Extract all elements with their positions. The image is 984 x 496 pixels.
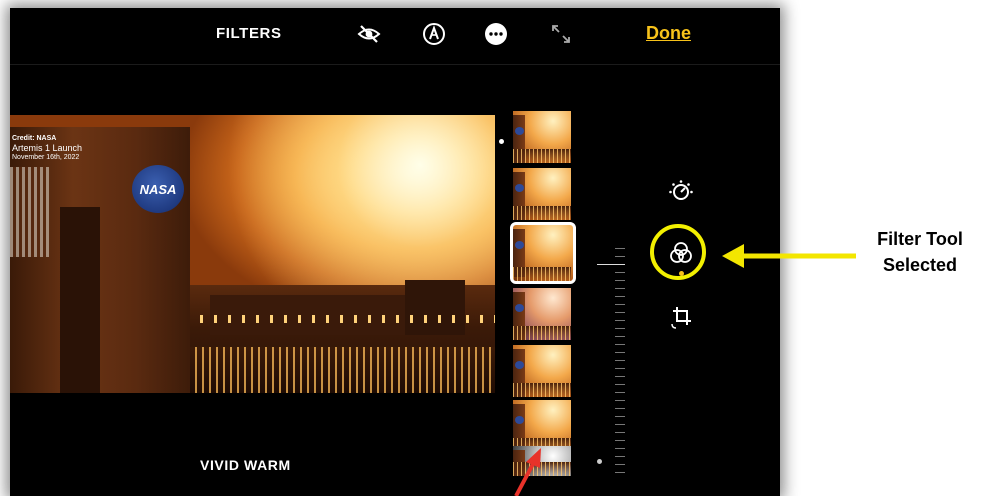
nasa-mini-logo [515,241,524,249]
callout-line2: Selected [882,255,958,275]
nasa-mini-logo [515,184,524,192]
callout-arrow [722,244,856,268]
callout-line1: Filter Tool [877,229,963,249]
nasa-mini-logo [515,416,524,424]
nasa-mini-logo [515,127,524,135]
nasa-mini-logo [515,304,524,312]
nasa-mini-logo [515,361,524,369]
annotation-arrows [514,244,856,496]
filter-tool-callout: Filter Tool Selected [860,226,980,278]
pointer-arrow [514,448,541,496]
